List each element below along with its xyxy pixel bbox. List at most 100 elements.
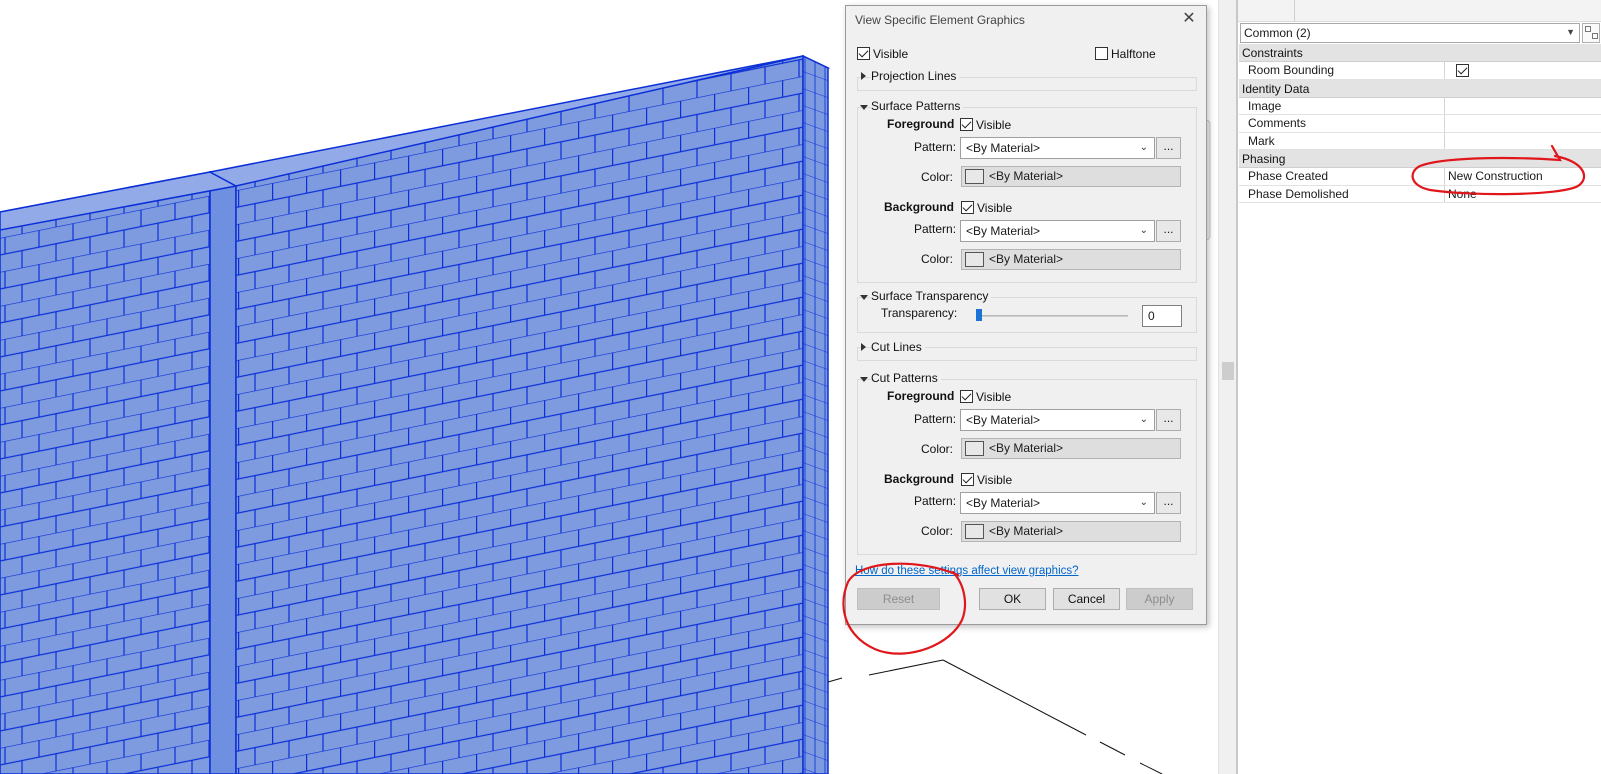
property-value[interactable] — [1445, 98, 1601, 115]
room-bounding-checkbox[interactable] — [1456, 64, 1469, 77]
cut-background-pattern-dropdown[interactable]: <By Material> ⌄ — [960, 492, 1155, 514]
property-row-image[interactable]: Image — [1239, 97, 1601, 115]
property-value[interactable]: None — [1445, 186, 1601, 203]
cut-background-visible-checkbox[interactable] — [961, 473, 974, 486]
properties-filter-dropdown[interactable]: Common (2) ▼ — [1240, 23, 1580, 43]
property-value[interactable] — [1445, 133, 1601, 150]
color-value: <By Material> — [989, 441, 1064, 455]
surface-background-pattern-dropdown[interactable]: <By Material> ⌄ — [960, 220, 1155, 242]
property-row-comments[interactable]: Comments — [1239, 115, 1601, 133]
reference-line — [942, 659, 1087, 736]
ok-button[interactable]: OK — [979, 588, 1046, 610]
apply-button[interactable]: Apply — [1126, 588, 1193, 610]
transparency-slider-thumb[interactable] — [976, 309, 982, 321]
reset-button[interactable]: Reset — [857, 588, 940, 610]
surface-foreground-pattern-browse-button[interactable]: ... — [1156, 137, 1181, 159]
group-phasing[interactable]: Phasing — [1239, 150, 1601, 168]
group-identity-data[interactable]: Identity Data — [1239, 79, 1601, 98]
halftone-label: Halftone — [1111, 47, 1156, 61]
property-name: Image — [1239, 97, 1445, 114]
surface-patterns-header[interactable]: Surface Patterns — [871, 99, 964, 113]
surface-background-visible-checkbox[interactable] — [961, 201, 974, 214]
help-link[interactable]: How do these settings affect view graphi… — [855, 565, 1079, 577]
color-label: Color: — [921, 524, 954, 538]
pattern-label: Pattern: — [914, 412, 957, 426]
transparency-input[interactable]: 0 — [1142, 305, 1182, 327]
close-icon[interactable]: ✕ — [1180, 10, 1198, 28]
visible-checkbox[interactable] — [857, 47, 870, 60]
cut-background-pattern-browse-button[interactable]: ... — [1156, 492, 1181, 514]
wall-end-face — [802, 54, 829, 774]
group-constraints[interactable]: Constraints — [1239, 44, 1601, 62]
cut-background-color-button[interactable]: <By Material> — [961, 521, 1181, 542]
chevron-down-icon: ▼ — [1566, 27, 1575, 37]
wall-junction-pier[interactable] — [209, 170, 237, 774]
surface-transparency-header[interactable]: Surface Transparency — [871, 289, 992, 303]
dropdown-value: <By Material> — [966, 224, 1041, 238]
property-value[interactable] — [1445, 62, 1601, 79]
color-swatch — [965, 169, 984, 184]
property-name: Mark — [1239, 132, 1445, 149]
chevron-down-icon: ⌄ — [1139, 497, 1148, 508]
visible-label: Visible — [977, 473, 1013, 487]
property-value[interactable]: New Construction — [1445, 168, 1601, 185]
pattern-label: Pattern: — [914, 140, 957, 154]
transparency-slider[interactable] — [976, 315, 1128, 317]
cut-patterns-header[interactable]: Cut Patterns — [871, 371, 941, 385]
cut-foreground-visible-checkbox[interactable] — [960, 390, 973, 403]
property-row-phase-demolished[interactable]: Phase Demolished None — [1239, 185, 1601, 203]
property-row-mark[interactable]: Mark — [1239, 132, 1601, 150]
edit-type-icon[interactable] — [1582, 23, 1600, 43]
dialog-title: View Specific Element Graphics — [855, 13, 1025, 27]
surface-foreground-label: Foreground — [887, 117, 955, 131]
cut-foreground-label: Foreground — [887, 389, 955, 403]
color-swatch — [965, 524, 984, 539]
collapse-icon[interactable] — [860, 295, 868, 300]
chevron-down-icon: ⌄ — [1139, 142, 1148, 153]
pattern-label: Pattern: — [914, 494, 957, 508]
dropdown-value: <By Material> — [966, 496, 1041, 510]
surface-background-pattern-browse-button[interactable]: ... — [1156, 220, 1181, 242]
cancel-button[interactable]: Cancel — [1053, 588, 1120, 610]
property-name: Phase Created — [1239, 168, 1445, 185]
color-label: Color: — [921, 170, 954, 184]
visible-label: Visible — [976, 118, 1012, 132]
color-swatch — [965, 252, 984, 267]
properties-panel: Common (2) ▼ Constraints Room Bounding I… — [1238, 0, 1601, 774]
collapse-icon[interactable] — [860, 105, 868, 110]
surface-foreground-pattern-dropdown[interactable]: <By Material> ⌄ — [960, 137, 1155, 159]
cut-foreground-color-button[interactable]: <By Material> — [961, 438, 1181, 459]
dropdown-value: <By Material> — [966, 413, 1041, 427]
cut-lines-header[interactable]: Cut Lines — [871, 340, 925, 354]
view-specific-element-graphics-dialog: View Specific Element Graphics ✕ Visible… — [845, 5, 1207, 625]
surface-foreground-color-button[interactable]: <By Material> — [961, 166, 1181, 187]
color-label: Color: — [921, 442, 954, 456]
property-name: Phase Demolished — [1239, 185, 1445, 202]
properties-table: Constraints Room Bounding Identity Data … — [1239, 44, 1601, 203]
property-name: Comments — [1239, 115, 1445, 132]
viewport-scrollbar[interactable] — [1218, 0, 1236, 774]
reference-line — [827, 677, 843, 683]
property-row-phase-created[interactable]: Phase Created New Construction — [1239, 168, 1601, 186]
properties-filter-value: Common (2) — [1244, 26, 1311, 40]
scrollbar-thumb[interactable] — [1222, 362, 1234, 380]
expand-icon[interactable] — [861, 343, 866, 351]
expand-icon[interactable] — [861, 72, 866, 80]
reference-line — [1099, 741, 1126, 756]
color-swatch — [965, 441, 984, 456]
dropdown-value: <By Material> — [966, 141, 1041, 155]
property-value[interactable] — [1445, 115, 1601, 132]
property-row-room-bounding[interactable]: Room Bounding — [1239, 62, 1601, 80]
chevron-down-icon: ⌄ — [1139, 225, 1148, 236]
projection-lines-header[interactable]: Projection Lines — [871, 69, 960, 83]
halftone-checkbox[interactable] — [1095, 47, 1108, 60]
cut-foreground-pattern-browse-button[interactable]: ... — [1156, 409, 1181, 431]
surface-background-color-button[interactable]: <By Material> — [961, 249, 1181, 270]
surface-foreground-visible-checkbox[interactable] — [960, 118, 973, 131]
color-value: <By Material> — [989, 524, 1064, 538]
reference-line — [868, 659, 944, 676]
cut-foreground-pattern-dropdown[interactable]: <By Material> ⌄ — [960, 409, 1155, 431]
property-name: Room Bounding — [1239, 62, 1445, 79]
collapse-icon[interactable] — [860, 377, 868, 382]
wall-segment-left[interactable] — [0, 171, 211, 774]
